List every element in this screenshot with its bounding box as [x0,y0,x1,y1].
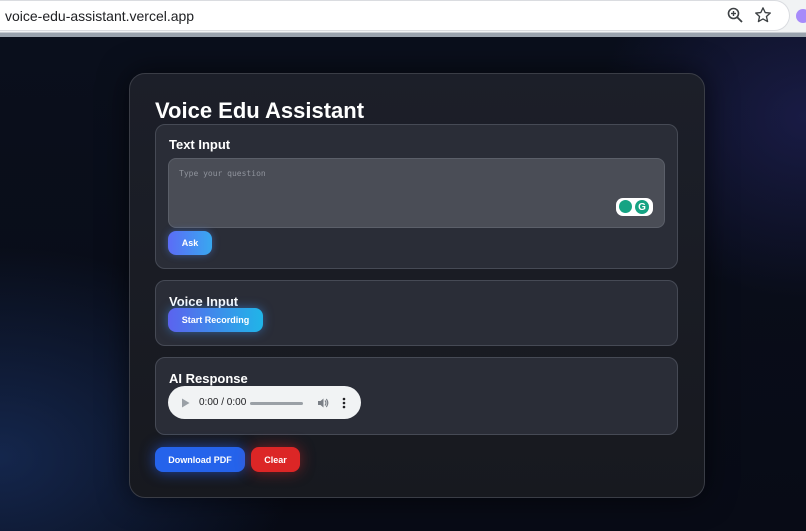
more-options-icon[interactable] [342,397,346,409]
address-bar[interactable]: voice-edu-assistant.vercel.app [0,0,790,31]
ai-response-title: AI Response [169,371,248,386]
download-pdf-button[interactable]: Download PDF [155,447,245,472]
audio-time: 0:00 / 0:00 [199,397,247,408]
ask-button[interactable]: Ask [168,231,212,255]
star-icon[interactable] [754,6,772,24]
browser-bar: voice-edu-assistant.vercel.app [0,0,806,33]
grammarly-icon[interactable]: G [635,200,649,214]
lightbulb-icon[interactable] [619,200,632,213]
page-title: Voice Edu Assistant [155,98,365,123]
url-text[interactable]: voice-edu-assistant.vercel.app [5,8,194,24]
volume-icon[interactable] [317,397,329,409]
zoom-icon[interactable] [727,7,743,23]
text-input-title: Text Input [169,137,231,152]
voice-input-title: Voice Input [169,294,239,309]
question-placeholder: Type your question [179,169,266,178]
start-recording-button[interactable]: Start Recording [168,308,263,332]
extension-icon[interactable] [796,9,806,23]
play-icon[interactable] [181,398,190,408]
audio-progress-slider[interactable] [250,402,303,405]
clear-button[interactable]: Clear [251,447,300,472]
